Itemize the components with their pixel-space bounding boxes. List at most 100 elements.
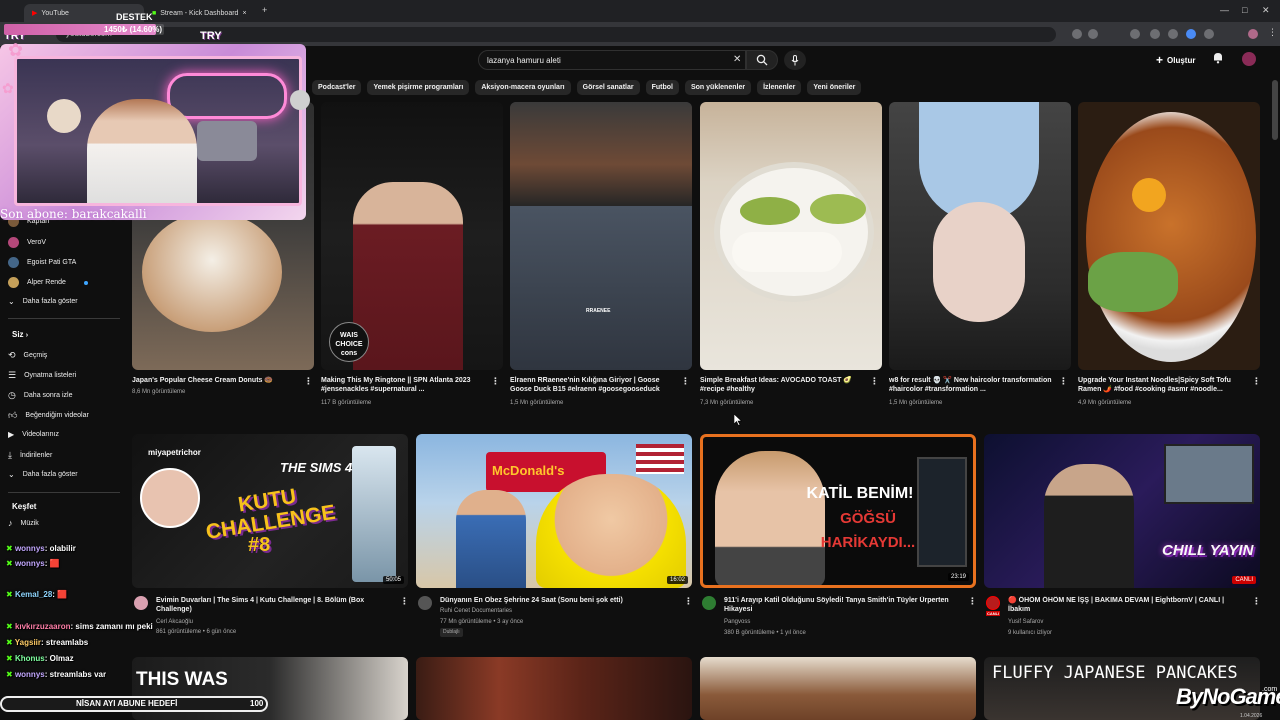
person-image	[536, 474, 686, 588]
sidebar-item-verov[interactable]: VeroV	[8, 237, 46, 248]
video-thumbnail[interactable]	[416, 657, 692, 720]
video-menu-icon[interactable]: ⋮	[1059, 376, 1068, 387]
search-button[interactable]	[746, 50, 778, 70]
you-section-header[interactable]: Siz ›	[12, 330, 28, 339]
sidebar-item-watch-later[interactable]: ◷ Daha sonra izle	[8, 390, 73, 401]
video-menu-icon[interactable]: ⋮	[684, 596, 693, 607]
chip-new-to-you[interactable]: Yeni öneriler	[807, 80, 862, 95]
chip-recently-uploaded[interactable]: Son yüklenenler	[684, 80, 752, 95]
sims-logo: THE SIMS 4	[280, 460, 353, 475]
sidebar-show-more-you[interactable]: ⌄ Daha fazla göster	[8, 470, 78, 479]
sidebar-item-playlists[interactable]: ☰ Oynatma listeleri	[8, 370, 76, 381]
thumbs-up-icon: 👍︎	[8, 410, 18, 420]
video-meta: 861 görüntüleme • 6 gün önce	[156, 629, 237, 635]
video-meta: 1,5 Mn görüntüleme	[510, 400, 564, 406]
search-input[interactable]: lazanya hamuru aleti	[478, 50, 746, 70]
person-image	[1044, 464, 1134, 588]
chat-message: ✖ wonnys: 🟥	[6, 559, 60, 568]
video-thumbnail[interactable]	[700, 657, 976, 720]
plus-icon: +	[1156, 53, 1164, 67]
video-thumbnail[interactable]: McDonald's 16:02	[416, 434, 692, 588]
chip-football[interactable]: Futbol	[645, 80, 679, 95]
video-title[interactable]: Evimin Duvarları | The Sims 4 | Kutu Cha…	[156, 596, 396, 614]
video-menu-icon[interactable]: ⋮	[968, 596, 977, 607]
create-button[interactable]: + Oluştur	[1156, 50, 1195, 70]
video-menu-icon[interactable]: ⋮	[1252, 596, 1261, 607]
chip-cooking[interactable]: Yemek pişirme programları	[367, 80, 470, 95]
sidebar-item-label: Oynatma listeleri	[24, 372, 77, 379]
video-thumbnail[interactable]	[1078, 102, 1260, 370]
watermark-suffix: .com	[1262, 686, 1278, 693]
bookmark-star-icon[interactable]	[1088, 29, 1098, 39]
extension-icon[interactable]	[1186, 29, 1196, 39]
install-icon[interactable]	[1072, 29, 1082, 39]
video-title[interactable]: Elraenn RRaenee'nin Kılığına Giriyor | G…	[510, 376, 680, 394]
video-title[interactable]: 🔴 ÖHÖM ÖHÖM NE İŞŞ | BAKIMA DEVAM | Eigh…	[1008, 596, 1248, 614]
extension-icon[interactable]	[1168, 29, 1178, 39]
channel-avatar	[8, 257, 19, 268]
channel-avatar[interactable]	[986, 596, 1000, 610]
puzzle-icon[interactable]	[1204, 29, 1214, 39]
video-title[interactable]: 911'i Arayıp Katil Olduğunu Söyledi! Tan…	[724, 596, 964, 614]
sidebar-item-downloads[interactable]: ⤓ İndirilenler	[8, 450, 52, 461]
video-thumbnail[interactable]: RRAENEE	[510, 102, 692, 370]
video-menu-icon[interactable]: ⋮	[1252, 376, 1261, 387]
sidebar-item-label: Daha fazla göster	[22, 298, 78, 305]
channel-name[interactable]: Yusif Safarov	[1008, 618, 1248, 627]
channel-name[interactable]: Cerl Akcaoğlu	[156, 618, 396, 627]
chip-podcasts[interactable]: Podcast'ler	[312, 80, 362, 95]
account-avatar[interactable]	[1242, 52, 1256, 66]
notifications-button[interactable]	[1212, 51, 1224, 69]
video-thumbnail[interactable]: KATİL BENİM! GÖĞSÜ HARİKAYDI... 23:19	[700, 434, 976, 588]
video-meta: 9 kullanıcı izliyor	[1008, 630, 1053, 636]
sidebar-item-your-videos[interactable]: ▶ Videolarınız	[8, 430, 59, 439]
game-player-label: RRAENEE	[586, 308, 611, 314]
chip-visual-arts[interactable]: Görsel sanatlar	[576, 80, 640, 95]
chat-message: ✖ kıvkırzuzaaron: sims zamanı mı peki	[6, 622, 153, 631]
video-menu-icon[interactable]: ⋮	[400, 596, 409, 607]
sidebar-item-label: Daha fazla göster	[22, 471, 78, 478]
explore-section-header: Keşfet	[12, 502, 37, 511]
sidebar-show-more-subs[interactable]: ⌄ Daha fazla göster	[8, 297, 78, 306]
extension-icon[interactable]	[1130, 29, 1140, 39]
channel-name[interactable]: Pangvoss	[724, 618, 964, 627]
minimize-icon[interactable]: —	[1220, 5, 1229, 15]
video-title[interactable]: Making This My Ringtone || SPN Atlanta 2…	[321, 376, 491, 394]
sidebar-item-egoist-pati[interactable]: Egoist Pati GTA	[8, 257, 76, 268]
chat-message: ✖ wonnys: streamlabs var	[6, 670, 107, 679]
maximize-icon[interactable]: □	[1242, 5, 1247, 15]
video-title[interactable]: Japan's Popular Cheese Cream Donuts 🍩	[132, 376, 302, 385]
video-thumbnail[interactable]: CHILL YAYIN CANLI	[984, 434, 1260, 588]
video-menu-icon[interactable]: ⋮	[870, 376, 879, 387]
video-menu-icon[interactable]: ⋮	[491, 376, 500, 387]
sidebar-item-history[interactable]: ⟲ Geçmiş	[8, 350, 47, 361]
video-title[interactable]: Upgrade Your Instant Noodles|Spicy Soft …	[1078, 376, 1250, 394]
video-title[interactable]: Simple Breakfast Ideas: AVOCADO TOAST 🥑 …	[700, 376, 870, 394]
channel-name[interactable]: Ruhi Cenet Documentaries	[440, 607, 680, 616]
close-window-icon[interactable]: ✕	[1262, 5, 1270, 16]
channel-avatar[interactable]	[418, 596, 432, 610]
chip-action-adventure[interactable]: Aksiyon-macera oyunları	[475, 80, 571, 95]
video-thumbnail[interactable]: miyapetrichor THE SIMS 4 KUTU CHALLENGE …	[132, 434, 408, 588]
donation-goal-bar: DESTEK 1450₺ (14.60%)	[0, 8, 260, 35]
sidebar-item-label: Beğendiğim videolar	[25, 412, 89, 419]
new-tab-icon[interactable]: +	[262, 5, 267, 15]
sidebar-item-alper-rende[interactable]: Alper Rende	[8, 277, 88, 288]
chip-watched[interactable]: İzlenenler	[757, 80, 802, 95]
voice-search-button[interactable]	[784, 50, 806, 70]
menu-kebab-icon[interactable]: ⋮	[1268, 27, 1278, 37]
video-thumbnail[interactable]: WAIS CHOICE cons	[321, 102, 503, 370]
sidebar-item-liked-videos[interactable]: 👍︎ Beğendiğim videolar	[8, 410, 89, 421]
video-thumbnail[interactable]	[700, 102, 882, 370]
profile-icon[interactable]	[1248, 29, 1258, 39]
video-menu-icon[interactable]: ⋮	[681, 376, 690, 387]
clear-search-icon[interactable]: ✕	[733, 54, 741, 65]
video-thumbnail[interactable]	[889, 102, 1071, 370]
channel-avatar[interactable]	[702, 596, 716, 610]
video-title[interactable]: Dünyanın En Obez Şehrine 24 Saat (Sonu b…	[440, 596, 680, 605]
scrollbar[interactable]	[1272, 80, 1278, 140]
video-menu-icon[interactable]: ⋮	[304, 376, 313, 387]
clock-icon: ◷	[8, 390, 16, 400]
extension-icon[interactable]	[1150, 29, 1160, 39]
video-title[interactable]: w8 for result 💀 ✂️ New haircolor transfo…	[889, 376, 1059, 394]
